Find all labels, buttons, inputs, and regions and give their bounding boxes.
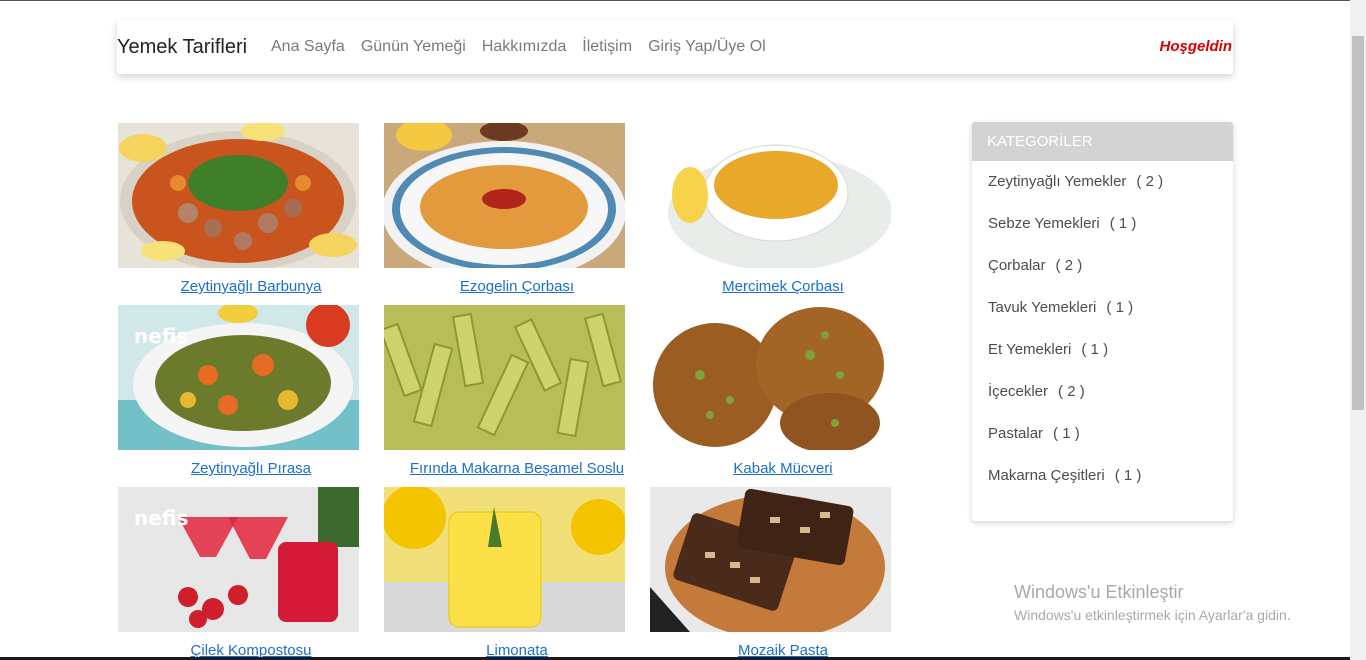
- recipe-card: Mercimek Çorbası: [650, 123, 916, 295]
- category-list: Zeytinyağlı Yemekler ( 2 ) Sebze Yemekler…: [972, 161, 1233, 509]
- category-count: ( 2 ): [1055, 257, 1083, 274]
- category-count: ( 2 ): [1058, 383, 1085, 400]
- svg-text:nefis: nefis: [134, 324, 189, 348]
- scrollbar-thumb[interactable]: [1352, 36, 1364, 410]
- category-item[interactable]: Makarna Çeşitleri ( 1 ): [988, 467, 1233, 509]
- category-count: ( 1 ): [1053, 425, 1080, 442]
- nav-link-about[interactable]: Hakkımızda: [482, 38, 566, 56]
- recipe-card: Zeytinyağlı Barbunya: [118, 123, 384, 295]
- recipe-link[interactable]: Zeytinyağlı Pırasa: [118, 460, 384, 477]
- category-name: Pastalar: [988, 425, 1044, 442]
- category-item[interactable]: Çorbalar ( 2 ): [988, 257, 1233, 299]
- watermark-subtitle: Windows'u etkinleştirmek için Ayarlar'a …: [1014, 607, 1291, 623]
- recipe-link[interactable]: Mercimek Çorbası: [650, 278, 916, 295]
- recipe-card: Fırında Makarna Beşamel Soslu: [384, 305, 650, 477]
- activation-watermark: Windows'u Etkinleştir Windows'u etkinleş…: [1014, 582, 1291, 623]
- category-name: Makarna Çeşitleri: [988, 467, 1105, 484]
- watermark-title: Windows'u Etkinleştir: [1014, 582, 1184, 602]
- recipe-image-pirasa[interactable]: nefis: [118, 305, 359, 450]
- categories-title: KATEGORİLER: [972, 122, 1233, 161]
- welcome-text: Hoşgeldin: [1159, 38, 1232, 55]
- recipe-image-barbunya[interactable]: [118, 123, 359, 268]
- recipe-link[interactable]: Fırında Makarna Beşamel Soslu: [384, 460, 650, 477]
- category-name: Sebze Yemekleri: [988, 215, 1100, 232]
- recipe-image-kompostosu[interactable]: nefis: [118, 487, 359, 632]
- category-count: ( 1 ): [1109, 215, 1137, 232]
- recipe-image-makarna[interactable]: [384, 305, 625, 450]
- recipe-image-mozaik-pasta[interactable]: [650, 487, 891, 632]
- category-count: ( 1 ): [1081, 341, 1109, 358]
- category-count: ( 1 ): [1106, 299, 1134, 316]
- recipe-image-limonata[interactable]: [384, 487, 625, 632]
- category-name: Tavuk Yemekleri: [988, 299, 1097, 316]
- recipe-image-mercimek[interactable]: [650, 123, 891, 268]
- nav-link-home[interactable]: Ana Sayfa: [271, 38, 345, 56]
- category-item[interactable]: Sebze Yemekleri ( 1 ): [988, 215, 1233, 257]
- category-item[interactable]: Et Yemekleri ( 1 ): [988, 341, 1233, 383]
- window-top-border: [0, 0, 1366, 1]
- category-item[interactable]: Tavuk Yemekleri ( 1 ): [988, 299, 1233, 341]
- recipe-image-mucver[interactable]: [650, 305, 891, 450]
- brand-logo[interactable]: Yemek Tarifleri: [117, 36, 247, 59]
- navbar: Yemek Tarifleri Ana Sayfa Günün Yemeği H…: [117, 20, 1233, 74]
- nav-links: Ana Sayfa Günün Yemeği Hakkımızda İletiş…: [271, 38, 766, 56]
- nav-link-dish-of-day[interactable]: Günün Yemeği: [361, 38, 466, 56]
- recipe-card: Limonata: [384, 487, 650, 659]
- recipe-link[interactable]: Kabak Mücveri: [650, 460, 916, 477]
- category-name: Zeytinyağlı Yemekler: [988, 173, 1127, 190]
- category-name: Çorbalar: [988, 257, 1046, 274]
- recipe-link[interactable]: Ezogelin Çorbası: [384, 278, 650, 295]
- nav-link-contact[interactable]: İletişim: [582, 38, 632, 56]
- category-item[interactable]: Zeytinyağlı Yemekler ( 2 ): [988, 173, 1233, 215]
- categories-panel: KATEGORİLER Zeytinyağlı Yemekler ( 2 ) Se…: [972, 122, 1233, 521]
- category-count: ( 2 ): [1136, 173, 1164, 190]
- recipe-card: nefis Çilek Kompostosu: [118, 487, 384, 659]
- recipe-link[interactable]: Zeytinyağlı Barbunya: [118, 278, 384, 295]
- category-item[interactable]: İçecekler ( 2 ): [988, 383, 1233, 425]
- category-count: ( 1 ): [1114, 467, 1142, 484]
- recipe-card: nefis Zeytinyağlı Pırasa: [118, 305, 384, 477]
- category-name: İçecekler: [988, 383, 1049, 400]
- recipe-card: Kabak Mücveri: [650, 305, 916, 477]
- recipe-image-ezogelin[interactable]: [384, 123, 625, 268]
- vertical-scrollbar[interactable]: [1350, 0, 1366, 660]
- category-name: Et Yemekleri: [988, 341, 1072, 358]
- nav-link-login[interactable]: Giriş Yap/Üye Ol: [648, 38, 766, 56]
- recipe-card: Ezogelin Çorbası: [384, 123, 650, 295]
- category-item[interactable]: Pastalar ( 1 ): [988, 425, 1233, 467]
- recipe-card: Mozaik Pasta: [650, 487, 916, 659]
- svg-text:nefis: nefis: [134, 506, 189, 530]
